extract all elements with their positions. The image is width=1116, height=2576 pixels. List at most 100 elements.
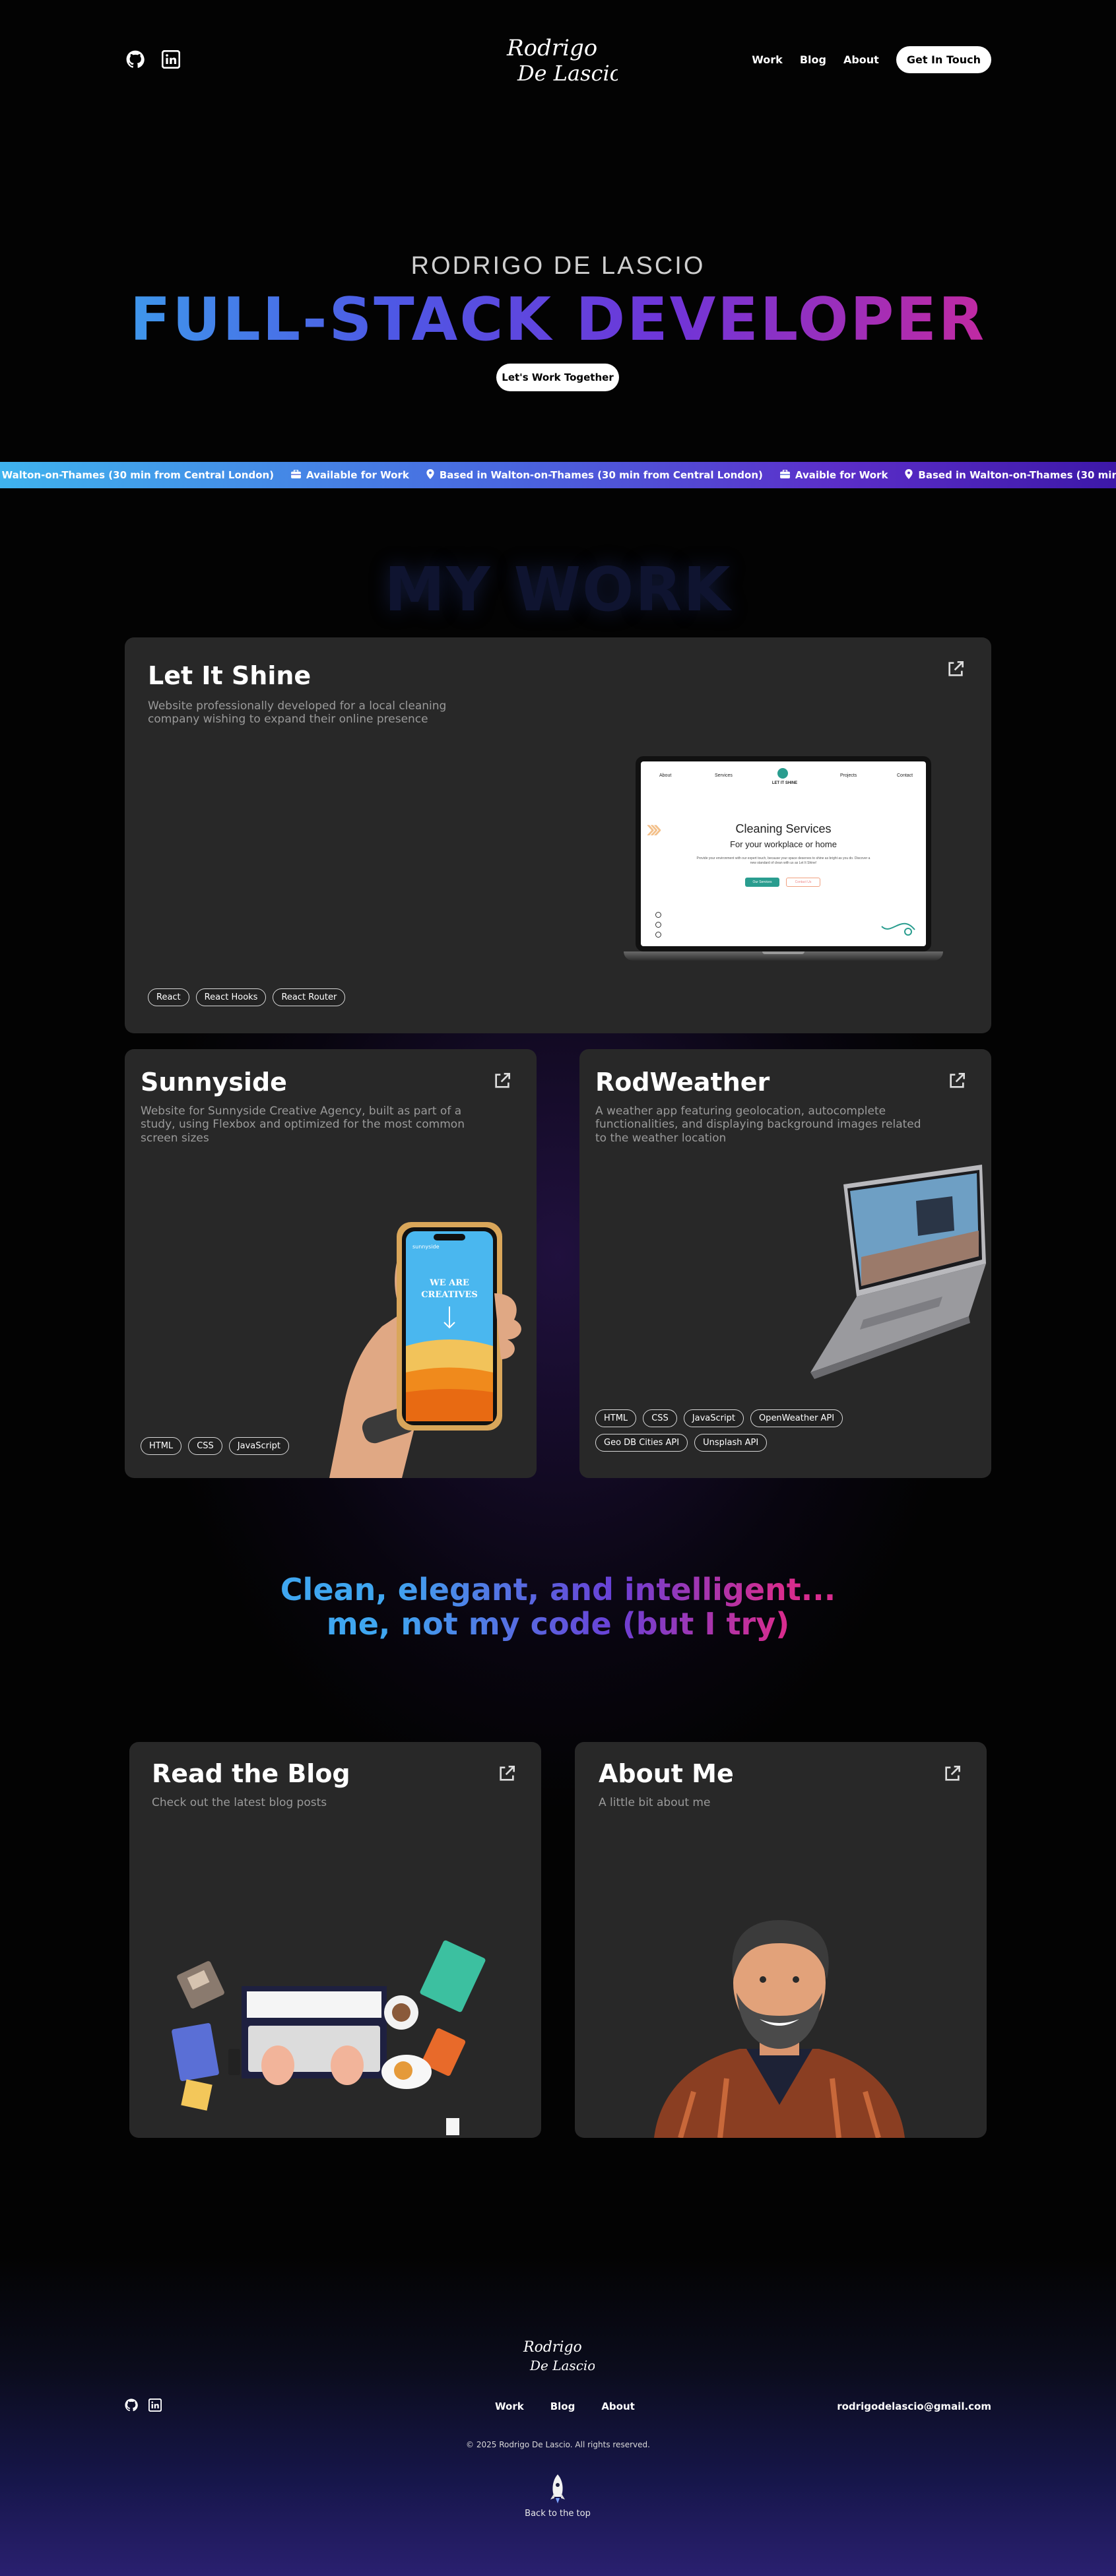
mock-headline-1: WE ARE xyxy=(429,1278,469,1288)
mock-body: Provide your environment with our expert… xyxy=(696,856,870,865)
mock-nav-projects: Projects xyxy=(840,773,857,778)
mock-subheading: For your workplace or home xyxy=(730,839,837,849)
marquee-item: Based in Walton-on-Thames (30 min from C… xyxy=(0,469,274,482)
nav-about[interactable]: About xyxy=(843,53,879,66)
svg-text:Rodrigo: Rodrigo xyxy=(523,2339,582,2356)
project-description: Website professionally developed for a l… xyxy=(148,699,447,726)
footer-nav: Work Blog About xyxy=(495,2400,635,2412)
mock-brand: LET IT SHINE xyxy=(771,781,798,785)
project-description: Website for Sunnyside Creative Agency, b… xyxy=(141,1105,465,1145)
hero-title: FULL-STACK DEVELOPER xyxy=(0,285,1116,354)
pin-icon xyxy=(905,468,913,482)
external-link-icon[interactable] xyxy=(942,1763,963,1784)
mock-headline-2: CREATIVES xyxy=(421,1290,478,1300)
marquee-text: Based in Walton-on-Thames (30 min from C… xyxy=(918,469,1116,481)
back-to-top-label: Back to the top xyxy=(525,2509,591,2519)
briefcase-icon xyxy=(779,469,790,481)
tag: CSS xyxy=(188,1437,222,1455)
info-marquee: Based in Walton-on-Thames (30 min from C… xyxy=(0,462,1116,488)
svg-text:Rodrigo: Rodrigo xyxy=(506,35,597,61)
marquee-text: Based in Walton-on-Thames (30 min from C… xyxy=(439,469,763,481)
footer-logo[interactable]: Rodrigo De Lascio xyxy=(521,2332,595,2378)
laptop-mockup: About Services Projects Contact LET IT S… xyxy=(624,756,947,974)
project-description: A weather app featuring geolocation, aut… xyxy=(595,1105,921,1145)
lets-work-together-button[interactable]: Let's Work Together xyxy=(496,364,619,391)
marquee-item: Available for Work xyxy=(291,469,409,481)
tag: JavaScript xyxy=(683,1409,744,1427)
about-card-title: About Me xyxy=(599,1759,734,1788)
footer-email-link[interactable]: rodrigodelascio@gmail.com xyxy=(837,2400,991,2412)
blog-card-description: Check out the latest blog posts xyxy=(152,1796,327,1809)
avatar-illustration xyxy=(654,1920,905,2138)
project-card-sunnyside[interactable]: Sunnyside Website for Sunnyside Creative… xyxy=(125,1049,537,1478)
mock-social-icons xyxy=(655,912,661,938)
mock-heading: Cleaning Services xyxy=(735,822,832,835)
desk-illustration xyxy=(172,1940,486,2135)
header-socials xyxy=(125,49,181,70)
mock-brand-icon xyxy=(777,768,788,779)
hand-phone-illustration: sunnyside WE ARE CREATIVES xyxy=(329,1222,521,1478)
tag: OpenWeather API xyxy=(750,1409,843,1427)
nav-work[interactable]: Work xyxy=(752,53,783,66)
footer-nav-blog[interactable]: Blog xyxy=(550,2400,575,2412)
tag-list: React React Hooks React Router xyxy=(148,988,346,1006)
marquee-item: Based in Walton-on-Thames (30 min from C… xyxy=(426,468,763,482)
external-link-icon[interactable] xyxy=(496,1763,517,1784)
about-card-description: A little bit about me xyxy=(599,1796,711,1809)
tag: Geo DB Cities API xyxy=(595,1434,688,1452)
marquee-text: Available for Work xyxy=(306,469,409,481)
github-icon[interactable] xyxy=(125,49,146,70)
external-link-icon[interactable] xyxy=(492,1070,513,1091)
linkedin-icon[interactable] xyxy=(148,2399,162,2412)
tag: CSS xyxy=(643,1409,677,1427)
svg-text:De Lascio: De Lascio xyxy=(529,2358,595,2373)
tag: React xyxy=(148,988,189,1006)
section-title-my-work: MY WORK xyxy=(384,554,732,625)
tag: React Hooks xyxy=(195,988,267,1006)
marquee-track: Based in Walton-on-Thames (30 min from C… xyxy=(0,462,1116,488)
marquee-text: Based in Walton-on-Thames (30 min from C… xyxy=(0,469,275,481)
project-card-let-it-shine[interactable]: Let It Shine Website professionally deve… xyxy=(125,637,991,1033)
external-link-icon[interactable] xyxy=(945,659,966,680)
logo[interactable]: Rodrigo De Lascio xyxy=(502,26,618,90)
mock-btn-secondary: Contact Us xyxy=(786,878,820,887)
project-title: Sunnyside xyxy=(141,1068,287,1097)
rocket-icon xyxy=(550,2474,565,2503)
svg-text:De Lascio: De Lascio xyxy=(517,61,618,86)
project-title: Let It Shine xyxy=(148,661,312,690)
bucket-illustration xyxy=(881,922,915,936)
copyright: © 2025 Rodrigo De Lascio. All rights res… xyxy=(466,2440,650,2449)
tag: Unsplash API xyxy=(694,1434,768,1452)
tagline-line-2: me, not my code (but I try) xyxy=(326,1605,790,1642)
footer-nav-work[interactable]: Work xyxy=(495,2400,524,2412)
briefcase-icon xyxy=(291,469,301,481)
back-to-top-button[interactable]: Back to the top xyxy=(525,2473,591,2519)
project-card-rodweather[interactable]: RodWeather A weather app featuring geolo… xyxy=(579,1049,991,1478)
marquee-item: Based in Walton-on-Thames (30 min from C… xyxy=(905,468,1116,482)
tag: HTML xyxy=(595,1409,637,1427)
blog-card-title: Read the Blog xyxy=(152,1759,350,1788)
linkedin-icon[interactable] xyxy=(160,49,181,70)
site-header: Rodrigo De Lascio Work Blog About Get In… xyxy=(0,0,1116,119)
tag: HTML xyxy=(141,1437,182,1455)
mock-nav-services: Services xyxy=(715,773,733,778)
mock-brand: sunnyside xyxy=(412,1244,440,1250)
tagline: Clean, elegant, and intelligent... me, n… xyxy=(0,1573,1116,1641)
mock-nav-about: About xyxy=(659,773,672,778)
about-card[interactable]: About Me A little bit about me xyxy=(575,1742,987,2138)
project-title: RodWeather xyxy=(595,1068,770,1097)
pin-icon xyxy=(426,468,434,482)
mock-nav-contact: Contact xyxy=(897,773,913,778)
tag: JavaScript xyxy=(228,1437,289,1455)
mock-btn-primary: Our Services xyxy=(745,878,779,887)
tag-list: HTML CSS JavaScript OpenWeather API Geo … xyxy=(595,1409,886,1452)
tag: React Router xyxy=(273,988,346,1006)
github-icon[interactable] xyxy=(125,2399,138,2412)
nav-blog[interactable]: Blog xyxy=(800,53,826,66)
rodweather-laptop-illustration xyxy=(810,1165,986,1379)
blog-card[interactable]: Read the Blog Check out the latest blog … xyxy=(129,1742,541,2138)
tagline-line-1: Clean, elegant, and intelligent... xyxy=(280,1572,836,1607)
footer-nav-about[interactable]: About xyxy=(601,2400,635,2412)
get-in-touch-button[interactable]: Get In Touch xyxy=(896,46,991,73)
external-link-icon[interactable] xyxy=(946,1070,968,1091)
